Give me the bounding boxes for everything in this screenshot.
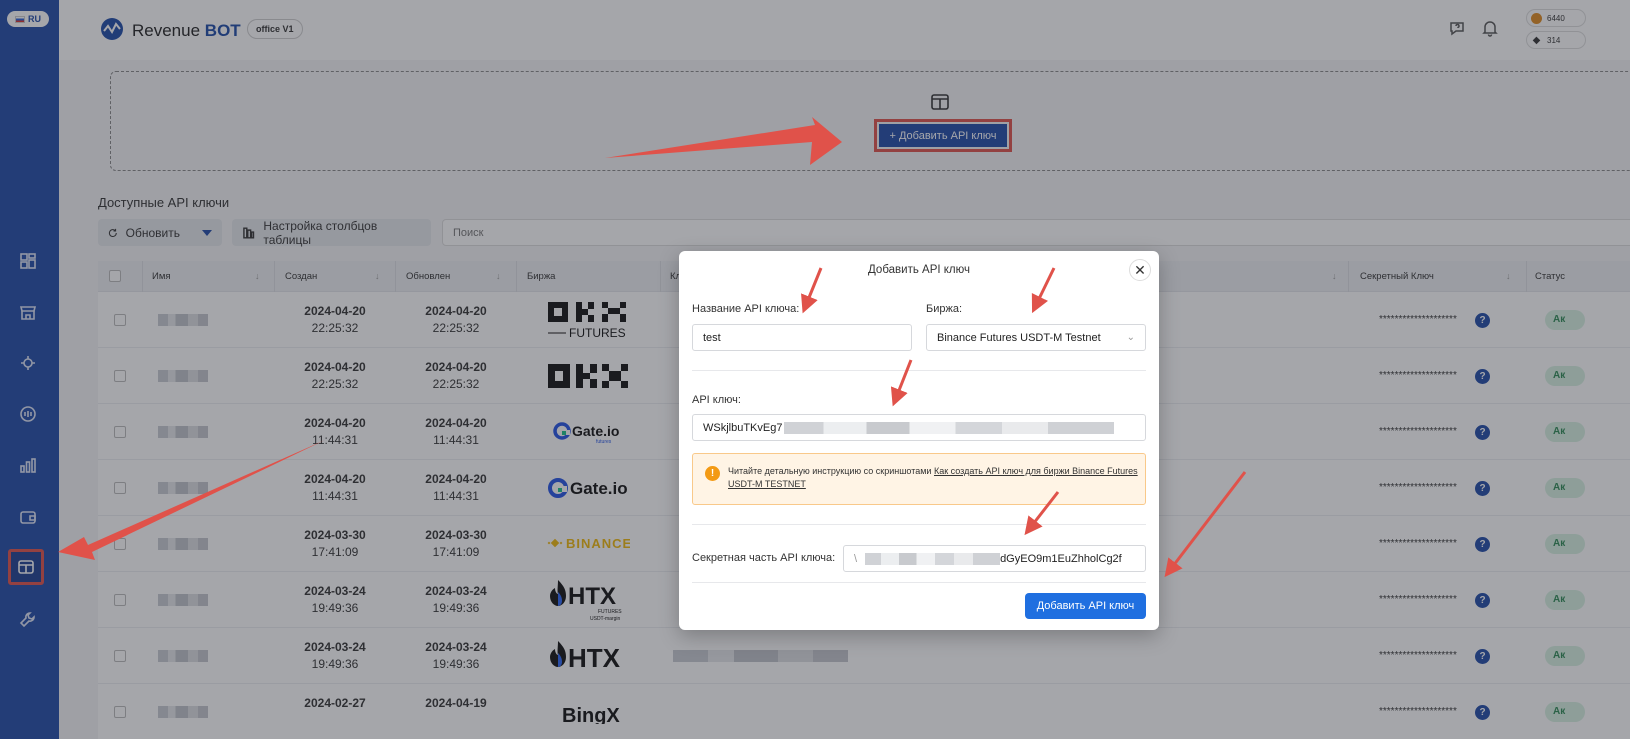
api-key-label: API ключ: xyxy=(692,394,741,406)
submit-add-api-key-button[interactable]: Добавить API ключ xyxy=(1025,593,1146,619)
exchange-label: Биржа: xyxy=(926,303,963,315)
api-key-input[interactable]: WSkjlbuTKvEg7 xyxy=(692,414,1146,441)
warning-icon: ! xyxy=(705,466,720,481)
redacted-secret xyxy=(865,552,1001,565)
secret-key-input[interactable]: \ dGyEO9m1EuZhholCg2f xyxy=(843,545,1146,572)
close-icon[interactable]: ✕ xyxy=(1129,259,1151,281)
api-key-name-value: test xyxy=(703,331,721,344)
alert-text: Читайте детальную инструкцию со скриншот… xyxy=(728,466,1138,489)
exchange-select[interactable]: Binance Futures USDT-M Testnet ⌄ xyxy=(926,324,1146,351)
chevron-down-icon: ⌄ xyxy=(1126,332,1135,343)
api-key-name-label: Название API ключа: xyxy=(692,303,800,315)
api-key-name-input[interactable]: test xyxy=(692,324,912,351)
api-key-value: WSkjlbuTKvEg7 xyxy=(703,421,783,434)
redacted-key xyxy=(784,421,1115,434)
secret-key-prefix: \ xyxy=(854,552,858,565)
secret-key-value: dGyEO9m1EuZhholCg2f xyxy=(1000,552,1122,565)
instruction-alert: ! Читайте детальную инструкцию со скринш… xyxy=(692,453,1146,505)
secret-key-label: Секретная часть API ключа: xyxy=(692,552,836,564)
modal-title: Добавить API ключ xyxy=(868,264,970,276)
exchange-select-value: Binance Futures USDT-M Testnet xyxy=(937,331,1101,344)
add-api-key-modal: Добавить API ключ ✕ Название API ключа: … xyxy=(679,251,1159,630)
